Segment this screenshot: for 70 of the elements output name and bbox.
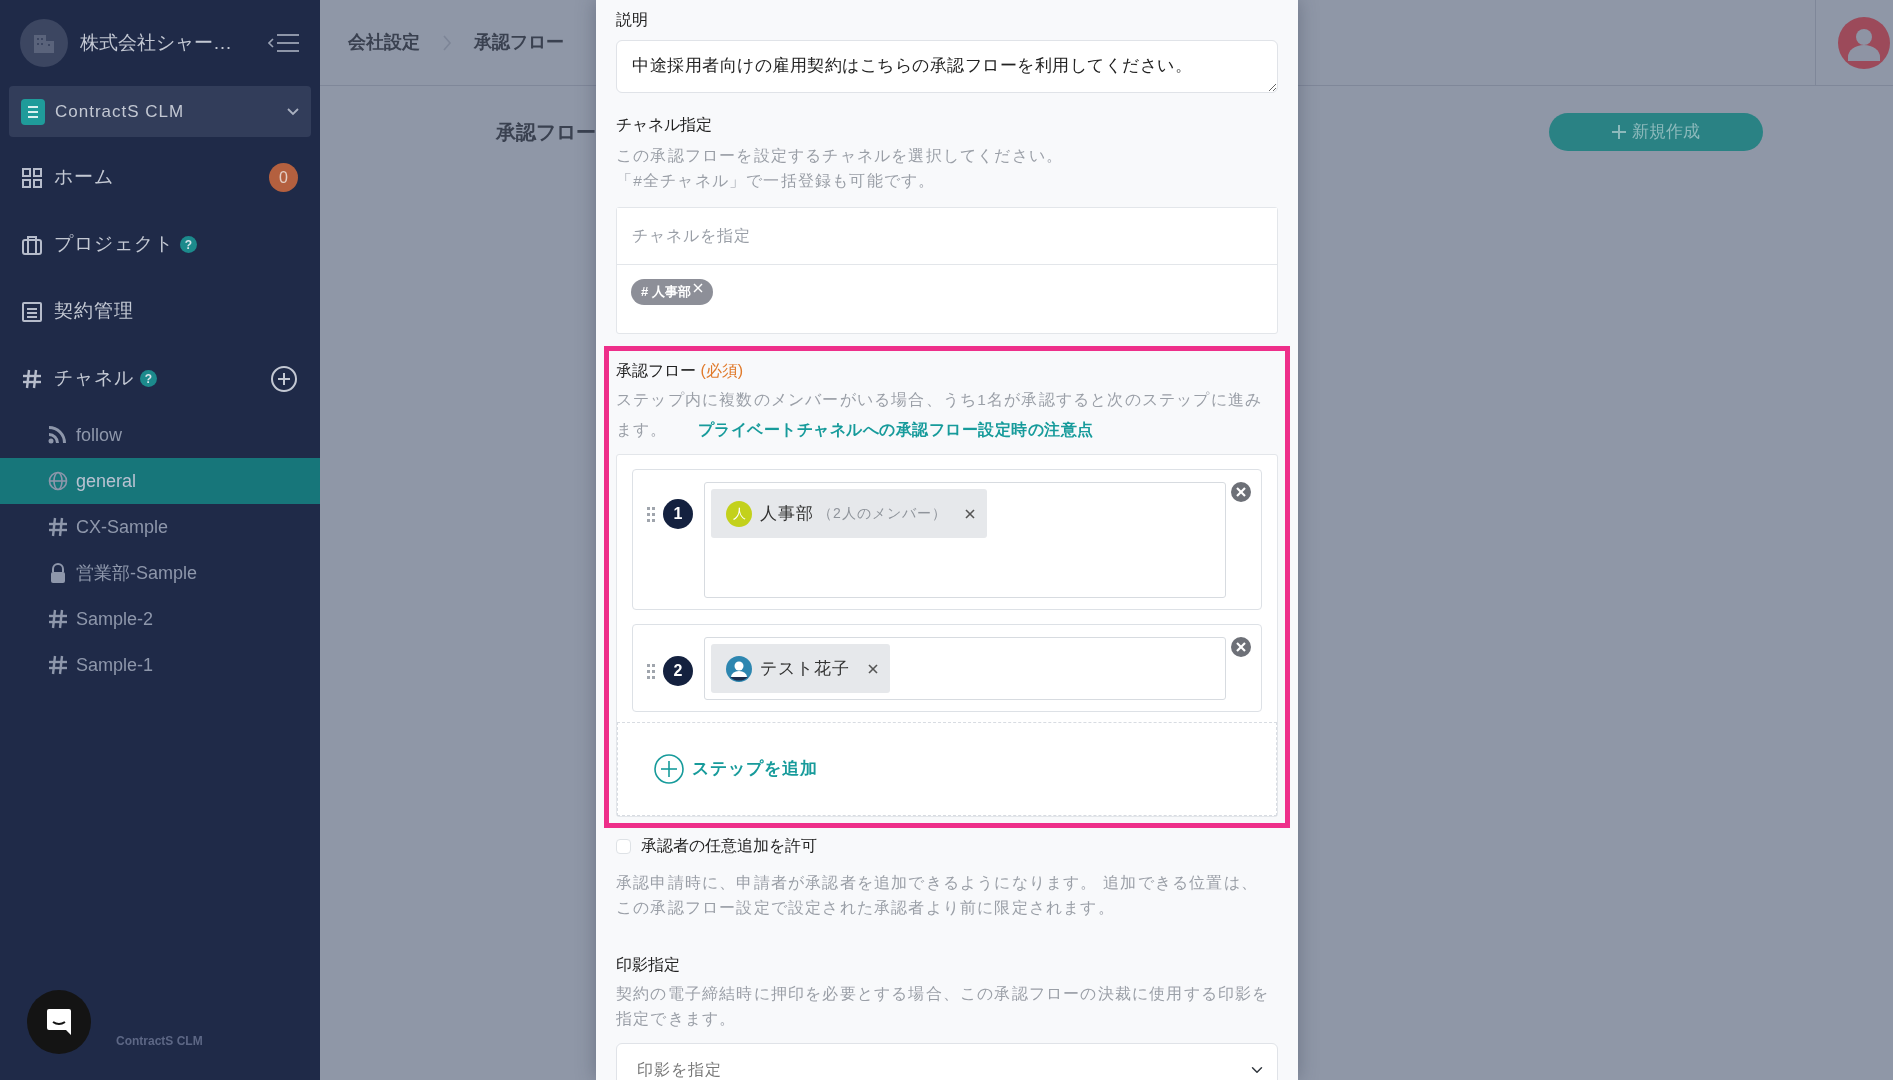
channel-item[interactable]: 営業部-Sample bbox=[0, 550, 320, 596]
step-number: 1 bbox=[663, 499, 693, 529]
collapse-menu-icon[interactable] bbox=[268, 33, 300, 53]
count-badge: 0 bbox=[269, 163, 298, 192]
field-label: 承認フロー (必須) bbox=[616, 361, 745, 381]
lock-icon bbox=[48, 563, 68, 583]
help-icon[interactable]: ? bbox=[180, 236, 197, 253]
approver-field[interactable]: テスト花子 bbox=[704, 637, 1226, 700]
group-avatar: 人 bbox=[726, 500, 752, 527]
hash-icon bbox=[22, 368, 42, 389]
add-step-button[interactable]: ステップを追加 bbox=[654, 754, 818, 784]
help-text: 「#全チャネル」で一括登録も可能です。 bbox=[616, 171, 937, 191]
approver-name: テスト花子 bbox=[760, 657, 850, 680]
building-icon bbox=[32, 32, 56, 54]
nav-link[interactable]: ホーム bbox=[54, 163, 114, 192]
member-count: （2人のメンバー） bbox=[818, 504, 947, 523]
drag-handle-icon[interactable] bbox=[647, 507, 655, 523]
remove-step-icon[interactable] bbox=[1231, 482, 1251, 502]
chevron-down-icon bbox=[287, 107, 299, 116]
help-link[interactable]: プライベートチャネルへの承認フロー設定時の注意点 bbox=[697, 421, 1094, 438]
add-channel-icon[interactable] bbox=[270, 364, 298, 393]
product-selector[interactable]: ContractS CLM bbox=[9, 86, 311, 137]
channel-item[interactable]: follow bbox=[0, 412, 320, 458]
globe-icon bbox=[48, 471, 68, 491]
seal-select[interactable]: 印影を指定 bbox=[616, 1043, 1278, 1080]
help-icon[interactable]: ? bbox=[140, 370, 157, 387]
approver-field[interactable]: 人 人事部 （2人のメンバー） bbox=[704, 482, 1226, 598]
help-text: ステップ内に複数のメンバーがいる場合、うち1名が承認すると次のステップに進みます。 プライベートチャネルへの承認フロー設定時の注意点 bbox=[616, 390, 1264, 440]
nav-link[interactable]: チャネル bbox=[54, 364, 134, 393]
briefcase-icon bbox=[22, 234, 42, 255]
channel-tag: # 人事部 bbox=[631, 279, 713, 305]
channel-item[interactable]: CX-Sample bbox=[0, 504, 320, 550]
footer-brand: ContractS CLM bbox=[116, 1033, 203, 1050]
remove-icon[interactable] bbox=[868, 663, 878, 674]
plus-circle-icon bbox=[654, 754, 684, 784]
hash-icon bbox=[48, 517, 68, 537]
nav-link[interactable]: 契約管理 bbox=[54, 297, 134, 326]
remove-step-icon[interactable] bbox=[1231, 637, 1251, 657]
grid-icon bbox=[22, 167, 42, 188]
help-text: 契約の電子締結時に押印を必要とする場合、この承認フローの決裁に使用する印影を指定できます。 bbox=[616, 984, 1271, 1029]
breadcrumb-link[interactable]: 承認フロー bbox=[474, 29, 564, 56]
channel-item[interactable]: Sample-1 bbox=[0, 642, 320, 688]
document-icon bbox=[21, 98, 45, 125]
help-text: この承認フローを設定するチャネルを選択してください。 bbox=[616, 146, 1065, 166]
description-field[interactable]: 中途採用者向けの雇用契約はこちらの承認フローを利用してください。 bbox=[616, 40, 1278, 93]
user-avatar-icon bbox=[726, 655, 752, 682]
nav-link[interactable]: プロジェクト bbox=[54, 230, 174, 259]
allow-add-checkbox[interactable] bbox=[616, 838, 631, 854]
list-icon bbox=[22, 301, 42, 322]
checkbox-label[interactable]: 承認者の任意追加を許可 bbox=[641, 834, 817, 858]
field-label: 印影指定 bbox=[616, 955, 681, 975]
drag-handle-icon[interactable] bbox=[647, 664, 655, 680]
approver-name: 人事部 bbox=[760, 502, 814, 525]
chat-icon bbox=[46, 1008, 72, 1036]
step-number: 2 bbox=[663, 656, 693, 686]
page-title: 承認フロー bbox=[496, 120, 596, 145]
plus-icon bbox=[1612, 125, 1626, 139]
channel-item[interactable]: general bbox=[0, 458, 320, 504]
breadcrumb-link[interactable]: 会社設定 bbox=[348, 29, 420, 56]
help-text: 承認申請時に、申請者が承認者を追加できるようになります。 追加できる位置は、この承認フロー設定で設定された承認者より前に限定されます。 bbox=[616, 873, 1259, 918]
rss-icon bbox=[48, 425, 68, 445]
remove-icon[interactable] bbox=[964, 508, 975, 519]
channel-field[interactable]: チャネルを指定 # 人事部 bbox=[616, 207, 1278, 334]
channel-item[interactable]: Sample-2 bbox=[0, 596, 320, 642]
company-name: 株式会社シャー… bbox=[80, 30, 232, 55]
field-label: チャネル指定 bbox=[616, 115, 713, 135]
field-label: 説明 bbox=[616, 10, 649, 30]
product-name: ContractS CLM bbox=[55, 100, 185, 123]
hash-icon bbox=[48, 609, 68, 629]
hash-icon bbox=[48, 655, 68, 675]
